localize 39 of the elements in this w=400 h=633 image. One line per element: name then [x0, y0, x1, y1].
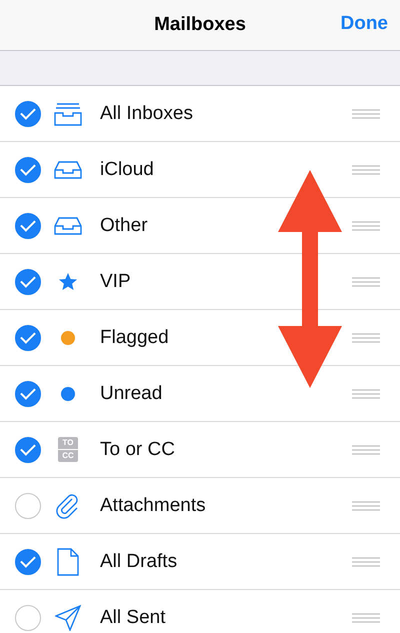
- document-icon: [57, 548, 79, 576]
- mailbox-label: Attachments: [100, 494, 207, 516]
- reorder-handle-icon[interactable]: [352, 500, 380, 510]
- mailbox-label: To or CC: [100, 438, 176, 460]
- checkbox[interactable]: [15, 156, 41, 182]
- checkbox[interactable]: [15, 380, 41, 406]
- to-cc-icon: TO CC: [58, 437, 78, 462]
- reorder-handle-icon[interactable]: [352, 388, 380, 398]
- checkbox[interactable]: [15, 324, 41, 350]
- inbox-stack-icon: [54, 100, 82, 126]
- star-icon: [58, 272, 78, 292]
- mailbox-label: Other: [100, 214, 149, 236]
- nav-title: Mailboxes: [154, 14, 246, 36]
- mailbox-label: Flagged: [100, 326, 170, 348]
- done-button[interactable]: Done: [340, 13, 388, 35]
- checkbox[interactable]: [15, 436, 41, 462]
- reorder-handle-icon[interactable]: [352, 556, 380, 566]
- mailbox-label: All Drafts: [100, 550, 178, 572]
- reorder-handle-icon[interactable]: [352, 332, 380, 342]
- tray-icon: [54, 216, 82, 236]
- checkbox[interactable]: [15, 604, 41, 630]
- mailbox-label: VIP: [100, 270, 132, 292]
- checkbox[interactable]: [15, 100, 41, 126]
- reorder-handle-icon[interactable]: [352, 612, 380, 622]
- reorder-handle-icon[interactable]: [352, 164, 380, 174]
- mailbox-label: Unread: [100, 382, 164, 404]
- reorder-handle-icon[interactable]: [352, 220, 380, 230]
- reorder-handle-icon[interactable]: [352, 444, 380, 454]
- checkbox[interactable]: [15, 212, 41, 238]
- mailbox-label: iCloud: [100, 158, 155, 180]
- reorder-handle-icon[interactable]: [352, 276, 380, 286]
- tray-icon: [54, 160, 82, 180]
- mailbox-label: All Inboxes: [100, 102, 194, 124]
- checkbox[interactable]: [15, 492, 41, 518]
- reorder-handle-icon[interactable]: [352, 108, 380, 118]
- checkbox[interactable]: [15, 548, 41, 574]
- checkbox[interactable]: [15, 268, 41, 294]
- mailbox-label: All Sent: [100, 606, 166, 628]
- paper-plane-icon: [55, 604, 81, 630]
